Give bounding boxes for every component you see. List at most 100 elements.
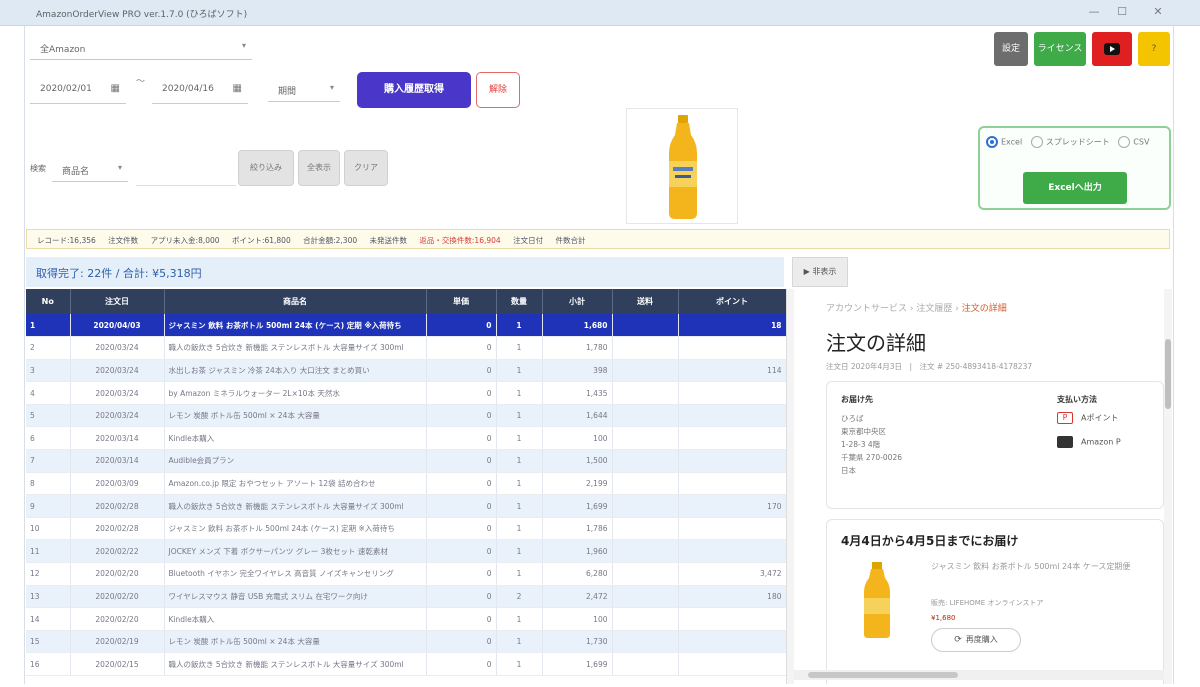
calendar-icon[interactable]: ▦ (111, 83, 120, 94)
refresh-icon: ⟳ (954, 635, 962, 645)
account-select[interactable]: 全Amazon ▾ (30, 34, 252, 60)
youtube-button[interactable] (1092, 32, 1132, 66)
row-unit-price: 0 (426, 562, 497, 586)
column-header[interactable]: 商品名 (164, 289, 427, 314)
table-row[interactable]: 4 2020/03/24 by Amazon ミネラルウォーター 2L×10本 天然… (26, 381, 787, 405)
show-all-button[interactable]: 全表示 (298, 150, 340, 186)
column-header[interactable]: 数量 (496, 289, 543, 314)
row-product: Audible会員プラン (164, 449, 427, 473)
radio-spreadsheet-label: スプレッドシート (1045, 137, 1110, 147)
delivery-card: 4月4日から4月5日までにお届け ジャスミン 飲料 お茶ボトル 500ml 24… (826, 519, 1164, 684)
column-header[interactable]: No (26, 289, 71, 314)
row-unit-price: 0 (426, 426, 497, 451)
help-button[interactable]: ? (1138, 32, 1170, 66)
row-date: 2020/03/24 (70, 359, 165, 383)
column-header[interactable]: 送料 (612, 289, 679, 314)
rebuy-button[interactable]: ⟳ 再度購入 (931, 628, 1021, 652)
payment-label: Aポイント (1081, 413, 1119, 423)
column-header[interactable]: 単価 (426, 289, 497, 314)
table-row[interactable]: 13 2020/02/20 ワイヤレスマウス 静音 USB 充電式 スリム 在宅ワー… (26, 585, 787, 609)
minimize-icon[interactable]: — (1084, 5, 1104, 18)
item-name[interactable]: ジャスミン 飲料 お茶ボトル 500ml 24本 ケース定期便 (931, 560, 1161, 573)
row-no: 4 (26, 381, 71, 405)
export-button[interactable]: Excelへ出力 (1023, 172, 1127, 204)
breadcrumb-link[interactable]: 注文履歴 (916, 304, 952, 314)
license-button[interactable]: ライセンス (1034, 32, 1086, 66)
radio-spreadsheet[interactable]: スプレッドシート (1030, 136, 1110, 148)
scrollbar-thumb[interactable] (808, 672, 958, 678)
row-shipping (612, 585, 679, 609)
table-row[interactable]: 3 2020/03/24 水出しお茶 ジャスミン 冷茶 24本入り 大口注文 まとめ… (26, 359, 787, 383)
table-row[interactable]: 6 2020/03/14 Kindle本購入 0 1 100 (26, 426, 787, 451)
row-no: 7 (26, 449, 71, 473)
row-unit-price: 0 (426, 539, 497, 564)
filter-button[interactable]: 絞り込み (238, 150, 294, 186)
row-product: ジャスミン 飲料 お茶ボトル 500ml 24本 (ケース) 定期 ※入荷待ち (164, 314, 427, 338)
row-subtotal: 100 (542, 607, 613, 631)
settings-button[interactable]: 設定 (994, 32, 1028, 66)
table-scrollbar[interactable] (786, 289, 794, 684)
column-header[interactable]: 注文日 (70, 289, 165, 314)
table-row[interactable]: 2 2020/03/24 職人の飯炊き 5合炊き 新機能 ステンレスボトル 大容量サ… (26, 336, 787, 360)
row-date: 2020/02/20 (70, 607, 165, 631)
table-row[interactable]: 11 2020/02/22 JOCKEY メンズ 下着 ボクサーパンツ グレー 3枚… (26, 539, 787, 564)
row-points (678, 426, 787, 451)
horizontal-scrollbar[interactable] (794, 670, 1164, 680)
breadcrumb-link[interactable]: アカウントサービス (826, 304, 907, 314)
radio-excel[interactable]: Excel (986, 136, 1022, 148)
calendar-icon[interactable]: ▦ (233, 83, 242, 94)
table-row[interactable]: 10 2020/02/28 ジャスミン 飲料 お茶ボトル 500ml 24本 (ケー… (26, 517, 787, 541)
row-date: 2020/02/28 (70, 517, 165, 541)
table-row[interactable]: 5 2020/03/24 レモン 炭酸 ボトル缶 500ml × 24本 大容量 0 1… (26, 404, 787, 428)
filter-field-select[interactable]: 商品名 ▾ (52, 156, 128, 182)
table-row[interactable]: 8 2020/03/09 Amazon.co.jp 限定 おやつセット アソート 1… (26, 472, 787, 496)
clear-button[interactable]: クリア (344, 150, 388, 186)
row-qty: 2 (496, 585, 543, 609)
reset-button[interactable]: 解除 (476, 72, 520, 108)
table-row[interactable]: 1 2020/04/03 ジャスミン 飲料 お茶ボトル 500ml 24本 (ケース… (26, 314, 787, 338)
table-row[interactable]: 9 2020/02/28 職人の飯炊き 5合炊き 新機能 ステンレスボトル 大容量サ… (26, 494, 787, 518)
row-product: ワイヤレスマウス 静音 USB 充電式 スリム 在宅ワーク向け (164, 585, 427, 609)
row-date: 2020/02/28 (70, 494, 165, 518)
row-date: 2020/03/24 (70, 404, 165, 428)
row-subtotal: 1,960 (542, 539, 613, 564)
row-points: 180 (678, 585, 787, 609)
table-row[interactable]: 14 2020/02/20 Kindle本購入 0 1 100 (26, 607, 787, 631)
detail-scrollbar[interactable] (1164, 289, 1172, 684)
row-date: 2020/03/24 (70, 336, 165, 360)
hide-detail-tab[interactable]: ▶ 非表示 (792, 257, 848, 287)
address-line: ひろば (841, 414, 864, 423)
row-points (678, 404, 787, 428)
fetch-history-button[interactable]: 購入履歴取得 (357, 72, 471, 108)
radio-excel-label: Excel (1001, 137, 1023, 147)
table-row[interactable]: 7 2020/03/14 Audible会員プラン 0 1 1,500 (26, 449, 787, 473)
table-row[interactable]: 15 2020/02/19 レモン 炭酸 ボトル缶 500ml × 24本 大容量 0… (26, 630, 787, 654)
window-titlebar: AmazonOrderView PRO ver.1.7.0 (ひろばソフト) —… (0, 0, 1200, 26)
column-header[interactable]: 小計 (542, 289, 613, 314)
row-shipping (612, 562, 679, 586)
row-subtotal: 100 (542, 426, 613, 451)
search-input[interactable] (136, 152, 236, 186)
summary-item: レコード:16,356 (37, 236, 96, 245)
date-to-field[interactable]: 2020/04/16 ▦ (152, 74, 248, 104)
row-qty: 1 (496, 404, 543, 428)
summary-bar: レコード:16,356 注文件数 アプリ未入金:8,000 ポイント:61,80… (26, 229, 1170, 249)
date-from-field[interactable]: 2020/02/01 ▦ (30, 74, 126, 104)
radio-csv[interactable]: CSV (1118, 136, 1149, 148)
scrollbar-thumb[interactable] (1165, 339, 1171, 409)
table-row[interactable]: 12 2020/02/20 Bluetooth イヤホン 完全ワイヤレス 高音質 ノ… (26, 562, 787, 586)
product-image (626, 108, 738, 224)
column-header[interactable]: ポイント (678, 289, 787, 314)
maximize-icon[interactable]: ☐ (1112, 5, 1132, 18)
address-line: 1-28-3 4階 (841, 440, 881, 449)
row-product: by Amazon ミネラルウォーター 2L×10本 天然水 (164, 381, 427, 405)
close-icon[interactable]: ✕ (1148, 5, 1168, 18)
breadcrumb: アカウントサービス › 注文履歴 › 注文の詳細 (826, 301, 1007, 314)
row-product: ジャスミン 飲料 お茶ボトル 500ml 24本 (ケース) 定期 ※入荷待ち (164, 517, 427, 541)
period-select[interactable]: 期間 ▾ (268, 76, 340, 102)
table-row[interactable]: 16 2020/02/15 職人の飯炊き 5合炊き 新機能 ステンレスボトル 大容量… (26, 652, 787, 676)
row-no: 3 (26, 359, 71, 383)
breadcrumb-current: 注文の詳細 (961, 304, 1007, 314)
row-product: JOCKEY メンズ 下着 ボクサーパンツ グレー 3枚セット 速乾素材 (164, 539, 427, 564)
summary-item: アプリ未入金:8,000 (150, 236, 220, 245)
